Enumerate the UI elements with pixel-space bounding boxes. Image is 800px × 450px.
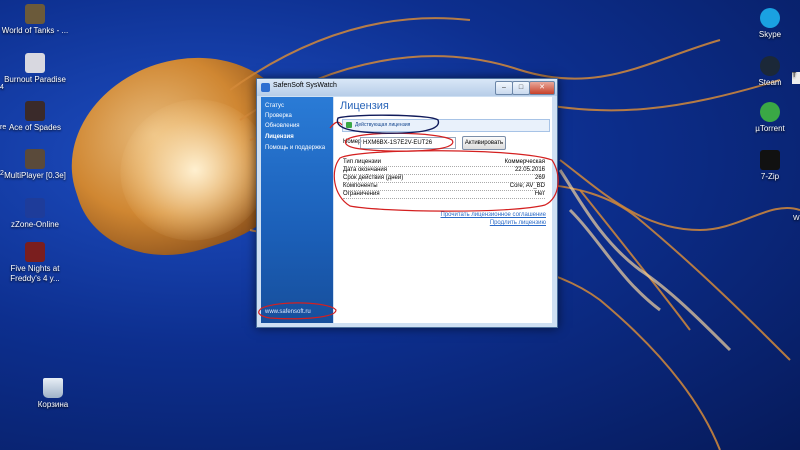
car-game-icon [25,53,45,73]
desktop-icon-label: Burnout Paradise [4,75,66,84]
tank-icon [25,4,45,24]
desktop-icon-utorrent[interactable]: µTorrent [735,102,800,134]
desktop-icon-label: World of Tanks - ... [1,26,69,35]
skype-icon [760,8,780,28]
activate-button[interactable]: Активировать [462,136,506,150]
desktop-icon-ace-of-spades[interactable]: Ace of Spades [0,101,70,133]
edge-text-fragment: W [793,215,800,222]
license-key-field[interactable]: HXM6BX-1S7E2V-EUT26 [360,137,456,149]
recycle-bin-icon [43,378,63,398]
fnaf-icon [25,242,45,262]
sidebar-item-help[interactable]: Помощь и поддержка [265,145,325,151]
desktop-icon-label: zZone-Online [10,220,60,229]
sidebar: Статус Проверка Обновления Лицензия Помо… [261,97,333,323]
desktop-icon-7zip[interactable]: 7-Zip [735,150,800,182]
minimize-button[interactable]: – [495,81,513,95]
desktop-icon-label: Ace of Spades [8,123,62,132]
edge-text-fragment: re [0,124,7,131]
maximize-button[interactable]: □ [512,81,530,95]
desktop-icon-label: Steam [758,78,782,87]
app-icon [261,83,270,92]
license-detail-row: Тип лицензии Коммерческая [343,159,545,167]
detail-value: Коммерческая [504,159,545,165]
desktop-icon-world-of-tanks[interactable]: World of Tanks - ... [0,4,70,36]
sidebar-item-status[interactable]: Статус [265,103,284,109]
checkmark-icon [346,122,352,128]
desktop-icon-label: µTorrent [755,124,785,133]
license-panel: Лицензия Действующая лицензия Номер HXM6… [334,97,552,323]
detail-value: 22.05.2016 [514,167,545,173]
7zip-icon [760,150,780,170]
steam-icon [760,56,780,76]
renew-license-link[interactable]: Продлить лицензию [490,220,546,226]
multiplayer-icon [25,149,45,169]
page-title: Лицензия [340,100,389,112]
license-detail-row: Компоненты Core; AV_BD [343,183,545,191]
license-detail-row: Дата окончания 22.05.2016 [343,167,545,175]
zone-icon [25,198,45,218]
license-agreement-link[interactable]: Прочитать лицензионное соглашение [441,212,547,218]
detail-value: Core; AV_BD [509,183,545,189]
active-license-label: Действующая лицензия [355,122,411,128]
sidebar-item-scan[interactable]: Проверка [265,113,292,119]
detail-value: 269 [534,175,545,181]
desktop-icon-label: Skype [758,30,782,39]
detail-key: Дата окончания [343,167,388,173]
desktop-icon-steam[interactable]: Steam [735,56,800,88]
license-detail-row: Ограничения Нет [343,191,545,199]
detail-key: Тип лицензии [343,159,381,165]
license-key-label: Номер [343,139,362,145]
desktop-icon-burnout-paradise[interactable]: Burnout Paradise [0,53,70,85]
active-license-bar: Действующая лицензия [342,119,550,132]
desktop-icon-label: Корзина [37,400,69,409]
edge-icon-fragment: T [792,72,800,84]
desktop-icon-five-nights[interactable]: Five Nights at Freddy's 4 y... [0,242,70,284]
detail-key: Срок действия (дней) [343,175,404,181]
website-link[interactable]: www.safensoft.ru [265,309,311,315]
window-titlebar[interactable]: SafenSoft SysWatch – □ ✕ [257,79,557,96]
edge-text-fragment: 4 [0,84,4,91]
desktop-icon-label: MultiPlayer [0.3e] [4,171,66,180]
syswatch-window: SafenSoft SysWatch – □ ✕ Статус Проверка… [256,78,558,328]
desktop-icon-label: Five Nights at Freddy's 4 y... [10,264,60,283]
desktop-icon-skype[interactable]: Skype [735,8,800,40]
desktop-icon-label: 7-Zip [760,172,780,181]
close-button[interactable]: ✕ [529,81,555,95]
edge-text-fragment: 2 [0,170,4,177]
sidebar-item-updates[interactable]: Обновления [265,123,300,129]
detail-value: Нет [534,191,545,197]
detail-key: Компоненты [343,183,378,189]
utorrent-icon [760,102,780,122]
sidebar-item-license[interactable]: Лицензия [265,134,294,140]
desktop-icon-zzone-online[interactable]: zZone-Online [0,198,70,230]
license-detail-row: Срок действия (дней) 269 [343,175,545,183]
desktop-icon-multiplayer[interactable]: MultiPlayer [0.3e] [0,149,70,181]
detail-key: Ограничения [343,191,380,197]
desktop-icon-recycle-bin[interactable]: Корзина [18,378,88,410]
window-title: SafenSoft SysWatch [273,82,337,89]
spades-game-icon [25,101,45,121]
